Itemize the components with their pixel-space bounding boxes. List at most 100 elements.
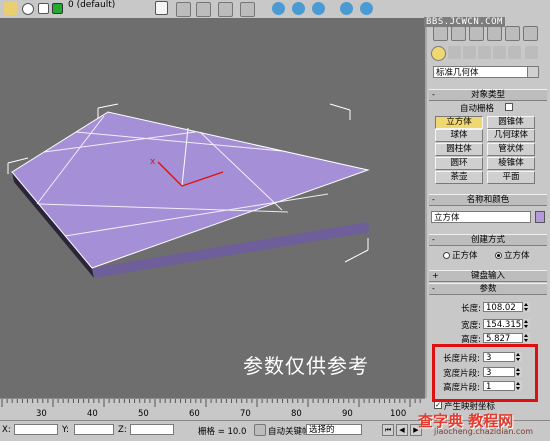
collapse-minus-icon: - (432, 235, 435, 244)
geosphere-button[interactable]: 几何球体 (487, 129, 535, 142)
svg-text:x: x (150, 157, 156, 167)
create-tab-icon[interactable] (433, 26, 448, 41)
height-value: 5.827 (486, 334, 511, 344)
render-type-icon[interactable] (340, 2, 353, 15)
timeline-ruler[interactable]: 30 40 50 60 70 80 90 100 (0, 398, 425, 421)
height-field[interactable]: 5.827 (483, 333, 530, 344)
main-toolbar: 0 (default) (0, 0, 425, 19)
width-spinner[interactable] (522, 319, 530, 329)
pyramid-button[interactable]: 棱锥体 (487, 157, 535, 170)
chevron-down-icon[interactable] (527, 67, 538, 77)
utilities-tab-icon[interactable] (523, 26, 538, 41)
render-last-icon[interactable] (312, 2, 325, 15)
command-panel: 标准几何体 - 对象类型 自动栅格 立方体 圆锥体 球体 几何球体 圆柱体 管状… (427, 0, 550, 398)
width-field[interactable]: 154.315 (483, 319, 530, 330)
set-current-layer-icon[interactable] (240, 2, 255, 17)
timeline-tick-label: 30 (36, 409, 47, 419)
site-url: jiaocheng.chazidian.com (434, 427, 534, 436)
collapse-minus-icon: - (432, 90, 435, 99)
cone-button[interactable]: 圆锥体 (487, 116, 535, 129)
timeline-tick-label: 50 (138, 409, 149, 419)
rollout-parameters[interactable]: - 参数 (429, 283, 547, 295)
timeline-tick-label: 70 (240, 409, 251, 419)
lights-category-icon[interactable] (463, 46, 476, 59)
selection-set-dropdown[interactable]: 选择的 (306, 424, 362, 435)
spacewarps-category-icon[interactable] (508, 46, 521, 59)
box-method-label: 立方体 (504, 251, 530, 261)
hierarchy-tab-icon[interactable] (469, 26, 484, 41)
go-to-start-icon[interactable]: ⏮ (382, 424, 394, 436)
key-mode-icon[interactable] (254, 424, 266, 436)
gen-mapping-checkbox[interactable]: ✓ (434, 401, 442, 409)
layer-list-icon[interactable] (176, 2, 191, 17)
rollout-keyboard-entry[interactable]: + 键盘输入 (429, 270, 547, 282)
width-value: 154.315 (486, 320, 522, 330)
segments-highlight-box (432, 344, 538, 402)
perspective-viewport[interactable]: x 参数仅供参考 (0, 18, 427, 398)
auto-key-button[interactable]: 自动关键帧 (268, 425, 311, 437)
collapse-minus-icon: - (432, 195, 435, 204)
torus-button[interactable]: 圆环 (435, 157, 483, 170)
length-value: 108.02 (486, 303, 516, 313)
freeze-icon[interactable] (38, 3, 49, 14)
rollout-name-color[interactable]: - 名称和颜色 (429, 194, 547, 206)
timeline-tick-label: 60 (189, 409, 200, 419)
timeline-tick-label: 100 (390, 409, 407, 419)
length-label: 长度: (461, 304, 481, 314)
modify-tab-icon[interactable] (451, 26, 466, 41)
tube-button[interactable]: 管状体 (487, 143, 535, 156)
current-layer-label[interactable]: 0 (default) (68, 0, 115, 10)
expand-plus-icon: + (432, 271, 439, 280)
z-coord-label: Z: (118, 425, 127, 435)
previous-frame-icon[interactable]: ◀ (396, 424, 408, 436)
x-coord-field[interactable] (14, 424, 58, 435)
timeline-tick-label: 40 (87, 409, 98, 419)
selection-value: 选择的 (309, 425, 335, 435)
rollout-title: 对象类型 (470, 90, 505, 100)
y-coord-field[interactable] (74, 424, 114, 435)
rollout-object-type[interactable]: - 对象类型 (429, 89, 547, 101)
display-tab-icon[interactable] (505, 26, 520, 41)
dropdown-arrow-icon[interactable] (155, 1, 168, 15)
geometry-type-dropdown[interactable]: 标准几何体 (433, 66, 539, 78)
length-spinner[interactable] (522, 302, 530, 312)
z-coord-field[interactable] (130, 424, 174, 435)
add-layer-icon[interactable] (196, 2, 211, 17)
rollout-creation-method[interactable]: - 创建方式 (429, 234, 547, 246)
autogrid-label: 自动栅格 (460, 104, 495, 114)
object-name-field[interactable]: 立方体 (431, 211, 531, 223)
helpers-category-icon[interactable] (493, 46, 506, 59)
quick-render-icon[interactable] (292, 2, 305, 15)
y-coord-label: Y: (62, 425, 69, 435)
layer-manager-icon[interactable] (4, 2, 17, 15)
box-button[interactable]: 立方体 (435, 116, 483, 129)
systems-category-icon[interactable] (525, 46, 538, 59)
height-spinner[interactable] (522, 333, 530, 343)
timeline-tick-label: 90 (342, 409, 353, 419)
visibility-icon[interactable] (22, 3, 34, 15)
shapes-category-icon[interactable] (448, 46, 461, 59)
autogrid-checkbox[interactable] (505, 103, 513, 111)
geometry-category-icon[interactable] (431, 46, 446, 61)
plane-button[interactable]: 平面 (487, 171, 535, 184)
motion-tab-icon[interactable] (487, 26, 502, 41)
sphere-button[interactable]: 球体 (435, 129, 483, 142)
rollout-title: 创建方式 (470, 235, 505, 245)
length-field[interactable]: 108.02 (483, 302, 530, 313)
cameras-category-icon[interactable] (478, 46, 491, 59)
timeline-ticks (1, 399, 421, 407)
timeline-tick-label: 80 (291, 409, 302, 419)
reference-caption: 参数仅供参考 (243, 354, 369, 378)
teapot-button[interactable]: 茶壶 (435, 171, 483, 184)
render-teapot-icon[interactable] (272, 2, 285, 15)
cylinder-button[interactable]: 圆柱体 (435, 143, 483, 156)
scene-canvas: x (7, 103, 370, 278)
creation-categories (431, 46, 545, 61)
render-environment-icon[interactable] (360, 2, 373, 15)
object-color-swatch[interactable] (535, 211, 545, 223)
cube-method-radio[interactable] (443, 252, 450, 259)
box-method-radio[interactable] (495, 252, 502, 259)
select-layer-icon[interactable] (218, 2, 233, 17)
dropdown-value: 标准几何体 (436, 68, 479, 78)
layer-color-icon[interactable] (52, 3, 63, 14)
